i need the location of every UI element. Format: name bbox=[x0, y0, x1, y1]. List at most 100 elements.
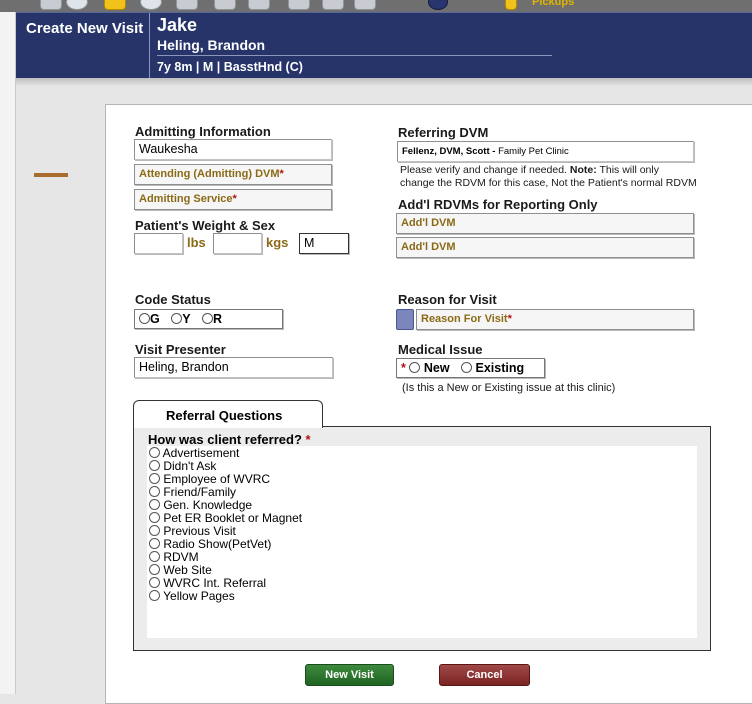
header-rule bbox=[157, 55, 552, 56]
tag-icon[interactable] bbox=[248, 0, 270, 10]
referral-option-label: Previous Visit bbox=[163, 524, 236, 538]
left-panel-edge bbox=[0, 12, 16, 694]
medical-existing-option[interactable]: Existing bbox=[461, 361, 524, 375]
admitting-location-field[interactable]: Waukesha bbox=[134, 139, 332, 160]
referral-question: How was client referred? * bbox=[148, 432, 311, 447]
weight-kgs-field[interactable] bbox=[213, 233, 262, 254]
referring-note-text-2: This will only bbox=[596, 164, 659, 176]
pet-name: Jake bbox=[157, 15, 198, 35]
bell-icon[interactable] bbox=[104, 0, 126, 10]
referring-dvm-field[interactable]: Fellenz, DVM, Scott - Family Pet Clinic bbox=[397, 141, 694, 162]
medical-new-label: New bbox=[423, 361, 450, 375]
owner-name: Heling, Brandon bbox=[157, 37, 266, 53]
referring-note: Please verify and change if needed. Note… bbox=[400, 164, 697, 190]
referral-radio[interactable] bbox=[149, 512, 160, 523]
medical-issue-hint: (Is this a New or Existing issue at this… bbox=[402, 382, 616, 394]
visit-presenter-field[interactable]: Heling, Brandon bbox=[134, 357, 333, 378]
medical-issue-options: * New Existing bbox=[396, 358, 545, 378]
tool-icon[interactable] bbox=[40, 0, 62, 10]
referring-dvm-label: Referring DVM bbox=[398, 125, 489, 140]
patient-header: Create New Visit Jake Heling, Brandon 7y… bbox=[16, 12, 752, 79]
admitting-service-label: Admitting Service bbox=[139, 193, 233, 205]
referral-option-label: Radio Show(PetVet) bbox=[163, 537, 272, 551]
help-icon[interactable] bbox=[428, 0, 448, 10]
code-y-option[interactable]: Y bbox=[171, 312, 191, 326]
reason-lookup-button[interactable] bbox=[396, 309, 414, 330]
referral-option[interactable]: Yellow Pages bbox=[149, 590, 235, 603]
code-status-label: Code Status bbox=[135, 292, 211, 307]
referral-radio[interactable] bbox=[149, 564, 160, 575]
referral-radio[interactable] bbox=[149, 577, 160, 588]
medical-new-radio[interactable] bbox=[409, 362, 421, 373]
medical-existing-radio[interactable] bbox=[461, 362, 473, 373]
referring-note-bold: Note: bbox=[569, 164, 597, 176]
page-title: Create New Visit bbox=[26, 20, 144, 37]
globe-icon[interactable] bbox=[66, 0, 88, 10]
header-shadow bbox=[16, 78, 752, 86]
referral-option-label: WVRC Int. Referral bbox=[163, 576, 267, 590]
required-mark: * bbox=[232, 193, 237, 205]
top-toolbar: Pickups bbox=[0, 0, 752, 12]
pickups-link[interactable]: Pickups bbox=[532, 0, 574, 8]
code-r-option[interactable]: R bbox=[202, 312, 222, 326]
referring-clinic: Family Pet Clinic bbox=[498, 146, 569, 157]
referral-option-label: Employee of WVRC bbox=[163, 472, 271, 486]
referral-option-label: Pet ER Booklet or Magnet bbox=[163, 511, 303, 525]
referring-note-text: Please verify and change if needed. bbox=[400, 164, 570, 176]
search-icon[interactable] bbox=[214, 0, 236, 10]
code-g-option[interactable]: G bbox=[139, 312, 160, 326]
lbs-unit-label: lbs bbox=[187, 235, 206, 250]
referral-option-label: Advertisement bbox=[162, 446, 240, 460]
attending-dvm-picker[interactable]: Attending (Admitting) DVM* bbox=[134, 164, 332, 185]
referral-option-label: Gen. Knowledge bbox=[163, 498, 253, 512]
sex-field[interactable]: M bbox=[299, 233, 349, 254]
code-g-label: G bbox=[150, 312, 160, 326]
weight-lbs-field[interactable] bbox=[134, 233, 183, 254]
medical-new-option[interactable]: New bbox=[409, 361, 450, 375]
attending-dvm-label: Attending (Admitting) DVM bbox=[139, 168, 280, 180]
admitting-service-picker[interactable]: Admitting Service* bbox=[134, 189, 332, 210]
referral-radio[interactable] bbox=[149, 551, 160, 562]
calendar-icon[interactable] bbox=[288, 0, 310, 10]
referral-option-label: Web Site bbox=[163, 563, 212, 577]
referral-radio[interactable] bbox=[149, 460, 160, 471]
cancel-button[interactable]: Cancel bbox=[439, 664, 530, 686]
code-r-radio[interactable] bbox=[202, 313, 214, 324]
referral-radio[interactable] bbox=[149, 447, 160, 458]
code-r-label: R bbox=[213, 312, 223, 326]
collapse-handle[interactable] bbox=[34, 173, 68, 177]
addl-rdvm-label: Add'l RDVMs for Reporting Only bbox=[398, 197, 598, 212]
referral-option-label: Yellow Pages bbox=[163, 589, 235, 603]
code-y-radio[interactable] bbox=[171, 313, 183, 324]
addl-dvm-picker-2[interactable]: Add'l DVM bbox=[396, 237, 694, 258]
kgs-unit-label: kgs bbox=[266, 235, 289, 250]
referral-radio[interactable] bbox=[149, 590, 160, 601]
visit-presenter-label: Visit Presenter bbox=[135, 342, 226, 357]
search-icon[interactable] bbox=[176, 0, 198, 10]
wrench-icon[interactable] bbox=[354, 0, 376, 10]
tab-referral-questions[interactable]: Referral Questions bbox=[133, 400, 323, 428]
required-mark: * bbox=[507, 313, 512, 325]
referral-radio[interactable] bbox=[149, 499, 160, 510]
code-g-radio[interactable] bbox=[139, 313, 150, 324]
referral-radio[interactable] bbox=[149, 538, 160, 549]
medical-issue-label: Medical Issue bbox=[398, 342, 483, 357]
code-y-label: Y bbox=[182, 312, 191, 326]
referral-radio[interactable] bbox=[149, 486, 160, 497]
referral-option-label: RDVM bbox=[163, 550, 199, 564]
header-divider bbox=[149, 13, 150, 79]
addl-dvm-picker-1[interactable]: Add'l DVM bbox=[396, 213, 694, 234]
pin-icon[interactable] bbox=[322, 0, 344, 10]
referral-radio[interactable] bbox=[149, 473, 160, 484]
referring-note-line2: change the RDVM for this case, Not the P… bbox=[400, 177, 697, 189]
lock-icon[interactable] bbox=[505, 0, 517, 10]
globe-icon[interactable] bbox=[140, 0, 162, 10]
new-visit-button[interactable]: New Visit bbox=[305, 664, 394, 686]
reason-for-visit-picker[interactable]: Reason For Visit* bbox=[416, 309, 694, 330]
admitting-info-label: Admitting Information bbox=[135, 124, 271, 139]
medical-existing-label: Existing bbox=[475, 361, 525, 375]
required-mark: * bbox=[305, 432, 311, 447]
required-mark: * bbox=[279, 168, 284, 180]
referral-radio[interactable] bbox=[149, 525, 160, 536]
referral-option-label: Friend/Family bbox=[163, 485, 237, 499]
